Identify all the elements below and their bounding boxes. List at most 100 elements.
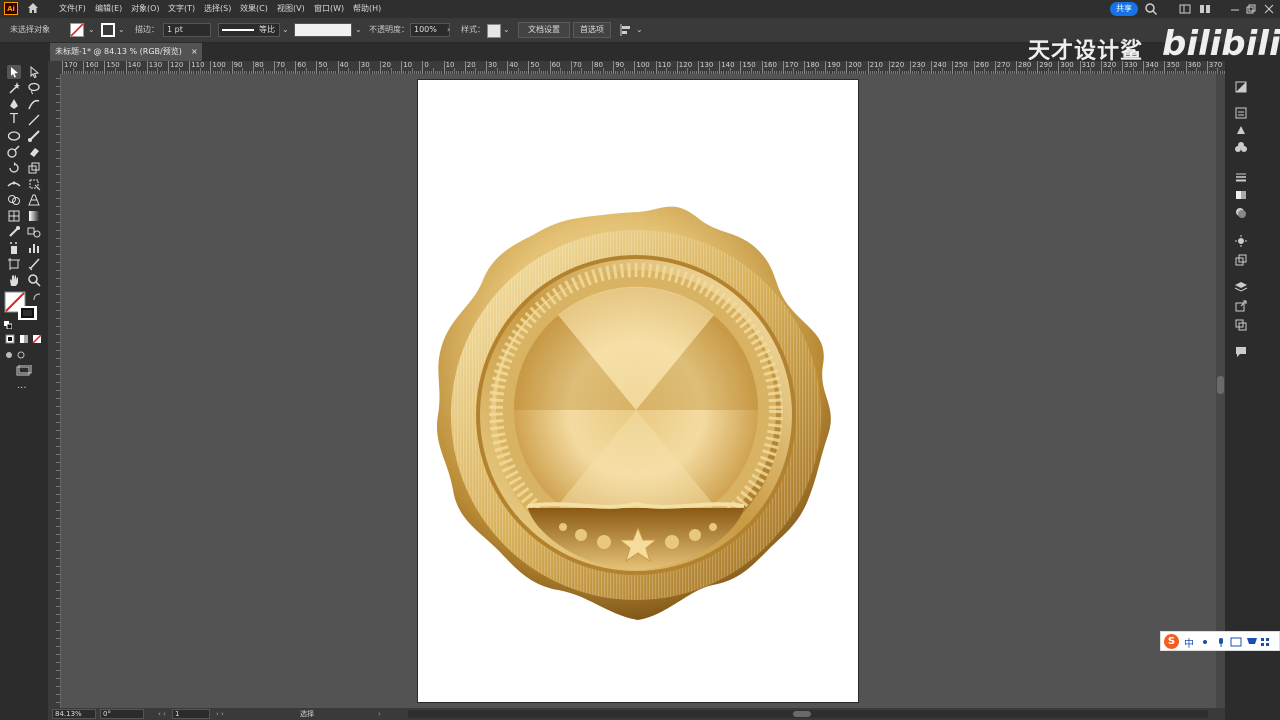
pen-tool-icon[interactable] (7, 97, 21, 111)
libraries-icon[interactable] (1234, 106, 1248, 120)
menu-help[interactable]: 帮助(H) (353, 0, 381, 18)
selection-tool-icon[interactable] (7, 65, 21, 79)
arrange-icon[interactable] (1198, 2, 1212, 16)
ellipse-tool-icon[interactable] (7, 129, 21, 143)
vertical-scrollbar[interactable] (1216, 74, 1225, 708)
horizontal-scrollbar[interactable] (408, 710, 1208, 718)
next-artboard-icon[interactable]: › › (216, 708, 224, 720)
swap-colors-icon[interactable] (32, 292, 42, 302)
curvature-tool-icon[interactable] (27, 97, 41, 111)
zoom-select[interactable]: 84.13% (52, 709, 96, 719)
brush-definition-select[interactable] (294, 23, 352, 37)
chevron-down-icon[interactable]: ⌄ (118, 18, 125, 42)
chevron-right-icon[interactable]: › (447, 18, 450, 42)
shaper-tool-icon[interactable] (7, 145, 21, 159)
rotate-tool-icon[interactable] (7, 161, 21, 175)
stroke-swatch-icon[interactable] (101, 23, 115, 37)
scrollbar-thumb[interactable] (793, 711, 811, 717)
mesh-tool-icon[interactable] (7, 209, 21, 223)
tab-close-icon[interactable]: × (191, 43, 198, 61)
document-tab[interactable]: 未标题-1* @ 84.13 % (RGB/预览) × (50, 43, 202, 61)
artboard[interactable] (417, 79, 859, 703)
home-icon[interactable] (26, 1, 40, 15)
restore-icon[interactable] (1244, 2, 1258, 16)
ime-tool-icons[interactable] (1201, 636, 1273, 648)
slice-tool-icon[interactable] (27, 257, 41, 271)
artboards-panel-icon[interactable] (1234, 318, 1248, 332)
stroke-profile-select[interactable]: 等比 (218, 23, 280, 37)
gradient-tool-icon[interactable] (27, 209, 41, 223)
width-tool-icon[interactable] (7, 177, 21, 191)
menu-edit[interactable]: 编辑(E) (95, 0, 122, 18)
graphic-styles-icon[interactable] (1234, 253, 1248, 267)
chevron-down-icon[interactable]: ⌄ (636, 18, 643, 42)
search-icon[interactable] (1144, 2, 1158, 16)
zoom-tool-icon[interactable] (27, 273, 41, 287)
align-icon[interactable] (620, 23, 634, 37)
menu-select[interactable]: 选择(S) (204, 0, 231, 18)
blend-tool-icon[interactable] (27, 225, 41, 239)
comments-icon[interactable] (1234, 345, 1248, 359)
paintbrush-tool-icon[interactable] (27, 129, 41, 143)
scale-tool-icon[interactable] (27, 161, 41, 175)
shape-builder-tool-icon[interactable] (7, 193, 21, 207)
drawing-mode-icons[interactable] (5, 350, 31, 360)
stroke-panel-icon[interactable] (1234, 170, 1248, 184)
gold-medal-artwork[interactable] (418, 80, 858, 702)
minimize-icon[interactable] (1228, 2, 1242, 16)
share-button[interactable]: 共享 (1110, 2, 1138, 16)
menu-object[interactable]: 对象(O) (131, 0, 160, 18)
export-icon[interactable] (1234, 299, 1248, 313)
eyedropper-tool-icon[interactable] (7, 225, 21, 239)
preferences-button[interactable]: 首选项 (573, 22, 611, 38)
color-mode-icons[interactable] (5, 334, 43, 344)
symbols-icon[interactable] (1234, 140, 1248, 154)
fill-swatch-icon[interactable] (70, 23, 84, 37)
ime-lang[interactable]: 中 (1184, 635, 1194, 650)
menu-type[interactable]: 文字(T) (168, 0, 195, 18)
prev-artboard-icon[interactable]: ‹ ‹ (158, 708, 166, 720)
line-tool-icon[interactable] (27, 113, 41, 127)
gradient-panel-icon[interactable] (1234, 188, 1248, 202)
chevron-down-icon[interactable]: ⌄ (88, 18, 95, 42)
perspective-grid-tool-icon[interactable] (27, 193, 41, 207)
magic-wand-tool-icon[interactable] (7, 81, 21, 95)
lasso-tool-icon[interactable] (27, 81, 41, 95)
hand-tool-icon[interactable] (7, 273, 21, 287)
direct-selection-tool-icon[interactable] (27, 65, 41, 79)
close-icon[interactable] (1262, 2, 1276, 16)
symbol-sprayer-tool-icon[interactable] (7, 241, 21, 255)
column-graph-tool-icon[interactable] (27, 241, 41, 255)
chevron-down-icon[interactable]: ⌄ (355, 18, 362, 42)
appearance-icon[interactable] (1234, 234, 1248, 248)
menu-window[interactable]: 窗口(W) (314, 0, 344, 18)
free-transform-tool-icon[interactable] (27, 177, 41, 191)
graphic-style-swatch[interactable] (487, 24, 501, 38)
default-colors-icon[interactable] (4, 321, 12, 329)
type-tool-icon[interactable]: T (7, 113, 21, 127)
menu-view[interactable]: 视图(V) (277, 0, 305, 18)
brushes-icon[interactable] (1234, 123, 1248, 137)
layers-icon[interactable] (1234, 280, 1248, 294)
chevron-down-icon[interactable]: ⌄ (282, 18, 289, 42)
more-tools-icon[interactable]: ··· (17, 383, 27, 394)
opacity-field[interactable]: 100% (410, 23, 450, 37)
sogou-icon[interactable]: S (1164, 634, 1179, 649)
eraser-tool-icon[interactable] (27, 145, 41, 159)
properties-icon[interactable] (1234, 80, 1248, 94)
menu-effect[interactable]: 效果(C) (240, 0, 268, 18)
screen-mode-icon[interactable] (16, 365, 32, 377)
scrollbar-thumb[interactable] (1217, 376, 1224, 394)
menu-file[interactable]: 文件(F) (59, 0, 86, 18)
status-menu-arrow[interactable]: › (378, 708, 381, 720)
document-setup-button[interactable]: 文档设置 (518, 22, 570, 38)
ime-toolbar[interactable]: S 中 (1160, 631, 1280, 651)
rotation-select[interactable]: 0° (100, 709, 144, 719)
ruler-minor-tick (56, 206, 60, 207)
artboard-tool-icon[interactable] (7, 257, 21, 271)
stroke-weight-field[interactable]: 1 pt (163, 23, 211, 37)
chevron-down-icon[interactable]: ⌄ (503, 18, 510, 42)
artboard-navigator[interactable]: 1 (172, 709, 210, 719)
transparency-icon[interactable] (1234, 206, 1248, 220)
workspace-icon[interactable] (1178, 2, 1192, 16)
